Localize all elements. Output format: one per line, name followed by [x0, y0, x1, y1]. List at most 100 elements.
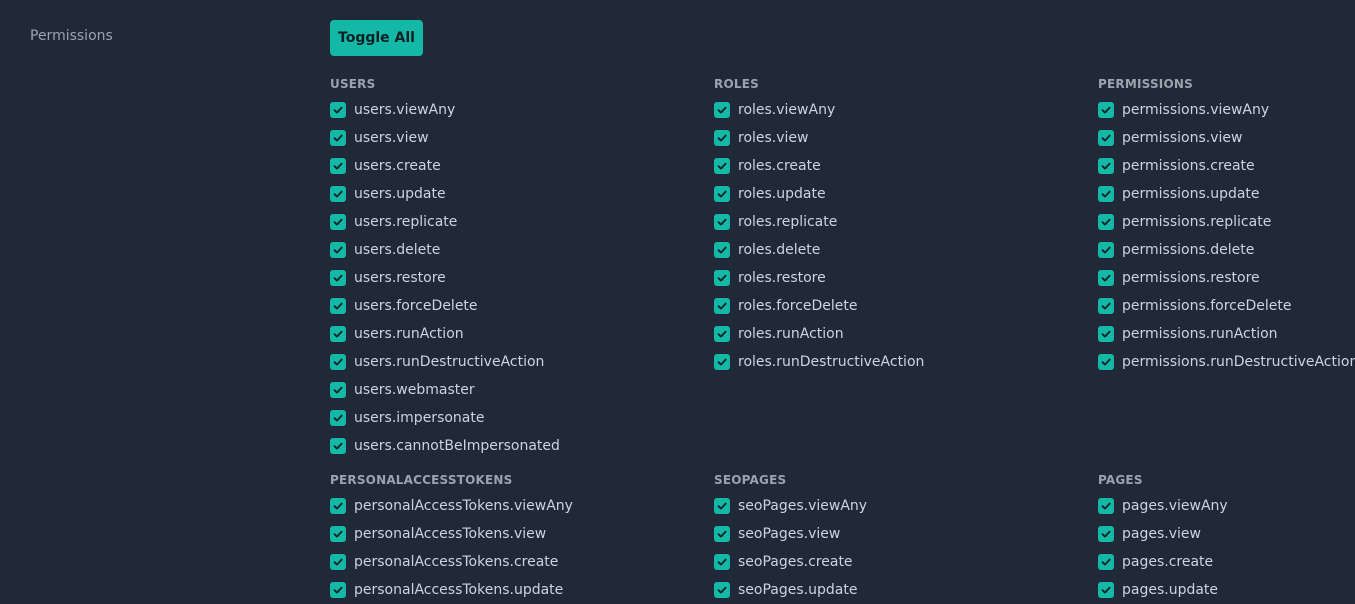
- permission-group-permissions: PERMISSIONS permissions.viewAny permission…: [1098, 72, 1355, 460]
- permission-item[interactable]: permissions.create: [1098, 152, 1350, 180]
- checkbox-checked-icon[interactable]: [1098, 270, 1114, 286]
- checkbox-checked-icon[interactable]: [330, 326, 346, 342]
- checkbox-checked-icon[interactable]: [1098, 242, 1114, 258]
- checkbox-checked-icon[interactable]: [1098, 102, 1114, 118]
- permission-label: personalAccessTokens.viewAny: [354, 498, 573, 514]
- checkbox-checked-icon[interactable]: [714, 214, 730, 230]
- permission-item[interactable]: users.replicate: [330, 208, 714, 236]
- checkbox-checked-icon[interactable]: [1098, 186, 1114, 202]
- permission-item[interactable]: pages.update: [1098, 576, 1350, 604]
- permission-item[interactable]: roles.update: [714, 180, 1098, 208]
- permission-item[interactable]: permissions.replicate: [1098, 208, 1350, 236]
- permission-item[interactable]: roles.forceDelete: [714, 292, 1098, 320]
- permission-item[interactable]: users.runDestructiveAction: [330, 348, 714, 376]
- checkbox-checked-icon[interactable]: [330, 242, 346, 258]
- checkbox-checked-icon[interactable]: [714, 582, 730, 598]
- permission-item[interactable]: users.cannotBeImpersonated: [330, 432, 714, 460]
- permission-item[interactable]: permissions.update: [1098, 180, 1350, 208]
- permission-label: users.viewAny: [354, 102, 456, 118]
- checkbox-checked-icon[interactable]: [714, 298, 730, 314]
- permission-item[interactable]: personalAccessTokens.viewAny: [330, 492, 714, 520]
- checkbox-checked-icon[interactable]: [330, 410, 346, 426]
- permission-item[interactable]: permissions.runAction: [1098, 320, 1350, 348]
- checkbox-checked-icon[interactable]: [714, 498, 730, 514]
- permission-item[interactable]: users.runAction: [330, 320, 714, 348]
- permission-item[interactable]: permissions.restore: [1098, 264, 1350, 292]
- checkbox-checked-icon[interactable]: [330, 186, 346, 202]
- permission-item[interactable]: roles.view: [714, 124, 1098, 152]
- checkbox-checked-icon[interactable]: [1098, 130, 1114, 146]
- checkbox-checked-icon[interactable]: [330, 354, 346, 370]
- checkbox-checked-icon[interactable]: [330, 158, 346, 174]
- checkbox-checked-icon[interactable]: [330, 438, 346, 454]
- permission-group-personalaccesstokens: PERSONALACCESSTOKENS personalAccessTokens…: [330, 468, 714, 604]
- permission-item[interactable]: roles.runDestructiveAction: [714, 348, 1098, 376]
- permission-item[interactable]: users.update: [330, 180, 714, 208]
- checkbox-checked-icon[interactable]: [330, 102, 346, 118]
- permission-item[interactable]: users.restore: [330, 264, 714, 292]
- permission-item[interactable]: roles.delete: [714, 236, 1098, 264]
- checkbox-checked-icon[interactable]: [1098, 214, 1114, 230]
- checkbox-checked-icon[interactable]: [1098, 554, 1114, 570]
- permission-label: permissions.forceDelete: [1122, 298, 1292, 314]
- checkbox-checked-icon[interactable]: [330, 526, 346, 542]
- permission-item[interactable]: permissions.viewAny: [1098, 96, 1350, 124]
- permission-item[interactable]: users.view: [330, 124, 714, 152]
- toggle-all-button[interactable]: Toggle All: [330, 20, 423, 56]
- permission-item[interactable]: pages.viewAny: [1098, 492, 1350, 520]
- permission-item[interactable]: seoPages.create: [714, 548, 1098, 576]
- permission-item[interactable]: roles.runAction: [714, 320, 1098, 348]
- permission-item[interactable]: users.impersonate: [330, 404, 714, 432]
- checkbox-checked-icon[interactable]: [330, 130, 346, 146]
- permission-label: permissions.replicate: [1122, 214, 1272, 230]
- permission-item[interactable]: pages.view: [1098, 520, 1350, 548]
- checkbox-checked-icon[interactable]: [714, 158, 730, 174]
- permission-item[interactable]: permissions.delete: [1098, 236, 1350, 264]
- checkbox-checked-icon[interactable]: [714, 326, 730, 342]
- checkbox-checked-icon[interactable]: [1098, 526, 1114, 542]
- checkbox-checked-icon[interactable]: [330, 270, 346, 286]
- checkbox-checked-icon[interactable]: [714, 102, 730, 118]
- checkbox-checked-icon[interactable]: [714, 526, 730, 542]
- permission-item[interactable]: users.create: [330, 152, 714, 180]
- permission-item[interactable]: roles.replicate: [714, 208, 1098, 236]
- checkbox-checked-icon[interactable]: [714, 554, 730, 570]
- checkbox-checked-icon[interactable]: [1098, 326, 1114, 342]
- permission-item[interactable]: roles.restore: [714, 264, 1098, 292]
- permission-item[interactable]: roles.viewAny: [714, 96, 1098, 124]
- checkbox-checked-icon[interactable]: [714, 130, 730, 146]
- permission-item[interactable]: personalAccessTokens.update: [330, 576, 714, 604]
- permission-item[interactable]: roles.create: [714, 152, 1098, 180]
- permission-label: permissions.viewAny: [1122, 102, 1270, 118]
- checkbox-checked-icon[interactable]: [330, 498, 346, 514]
- checkbox-checked-icon[interactable]: [330, 382, 346, 398]
- checkbox-checked-icon[interactable]: [330, 298, 346, 314]
- checkbox-checked-icon[interactable]: [1098, 158, 1114, 174]
- permission-item[interactable]: personalAccessTokens.create: [330, 548, 714, 576]
- checkbox-checked-icon[interactable]: [330, 554, 346, 570]
- checkbox-checked-icon[interactable]: [714, 186, 730, 202]
- permission-item[interactable]: permissions.runDestructiveAction: [1098, 348, 1355, 376]
- checkbox-checked-icon[interactable]: [1098, 298, 1114, 314]
- permission-item[interactable]: permissions.view: [1098, 124, 1350, 152]
- permission-item[interactable]: seoPages.update: [714, 576, 1098, 604]
- permission-item[interactable]: users.forceDelete: [330, 292, 714, 320]
- permission-item[interactable]: users.delete: [330, 236, 714, 264]
- checkbox-checked-icon[interactable]: [714, 270, 730, 286]
- permission-item[interactable]: seoPages.viewAny: [714, 492, 1098, 520]
- permission-label: seoPages.update: [738, 582, 858, 598]
- permission-item[interactable]: permissions.forceDelete: [1098, 292, 1350, 320]
- permission-label: users.replicate: [354, 214, 458, 230]
- checkbox-checked-icon[interactable]: [1098, 498, 1114, 514]
- checkbox-checked-icon[interactable]: [714, 242, 730, 258]
- checkbox-checked-icon[interactable]: [330, 214, 346, 230]
- checkbox-checked-icon[interactable]: [330, 582, 346, 598]
- permission-item[interactable]: users.webmaster: [330, 376, 714, 404]
- checkbox-checked-icon[interactable]: [714, 354, 730, 370]
- checkbox-checked-icon[interactable]: [1098, 354, 1114, 370]
- permission-item[interactable]: users.viewAny: [330, 96, 714, 124]
- permission-item[interactable]: seoPages.view: [714, 520, 1098, 548]
- checkbox-checked-icon[interactable]: [1098, 582, 1114, 598]
- permission-item[interactable]: pages.create: [1098, 548, 1350, 576]
- permission-item[interactable]: personalAccessTokens.view: [330, 520, 714, 548]
